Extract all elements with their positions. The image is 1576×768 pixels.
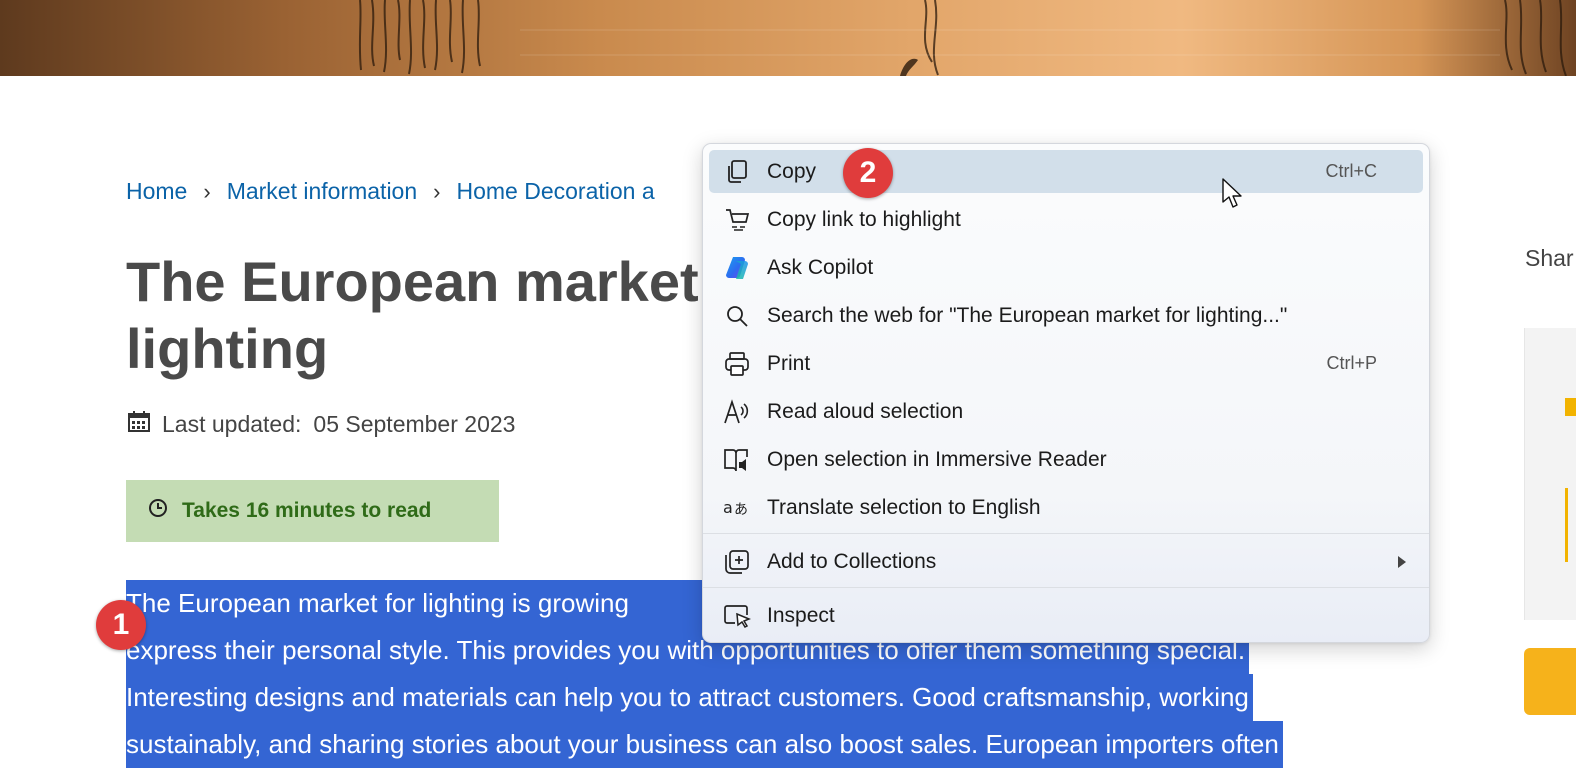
read-aloud-icon <box>721 398 753 426</box>
menu-item-label: Open selection in Immersive Reader <box>767 447 1107 471</box>
translate-icon: aあ <box>721 494 753 522</box>
menu-item-label: Read aloud selection <box>767 399 964 423</box>
menu-item-copy[interactable]: Copy Ctrl+C <box>709 150 1423 193</box>
immersive-reader-icon <box>721 446 753 474</box>
copy-icon <box>721 158 753 186</box>
read-time-banner: Takes 16 minutes to read <box>126 480 499 542</box>
sidebar-cta-button[interactable] <box>1524 648 1576 715</box>
page-title-line-2: lighting <box>126 317 329 380</box>
link-highlight-icon <box>721 206 753 234</box>
mouse-cursor-icon <box>1222 178 1244 215</box>
svg-text:あ: あ <box>734 502 748 518</box>
sidebar-accent <box>1565 398 1576 416</box>
read-time-text: Takes 16 minutes to read <box>182 499 432 522</box>
breadcrumb-separator: › <box>203 178 211 204</box>
menu-item-inspect[interactable]: Inspect <box>709 594 1423 637</box>
sidebar-accent <box>1565 488 1576 562</box>
share-label: Shar <box>1525 245 1574 271</box>
hanging-plants-graphic <box>358 0 1567 76</box>
menu-item-print[interactable]: Print Ctrl+P <box>709 342 1423 385</box>
hero-image <box>0 0 1576 76</box>
menu-item-shortcut: Ctrl+C <box>1325 161 1377 181</box>
menu-item-label: Add to Collections <box>767 549 937 573</box>
search-icon <box>721 302 753 330</box>
step-badge-1: 1 <box>96 600 146 650</box>
menu-item-label: Inspect <box>767 603 835 627</box>
inspect-icon <box>721 602 753 630</box>
page-title-line-1: The European market p <box>126 250 726 313</box>
menu-item-ask-copilot[interactable]: Ask Copilot <box>709 246 1423 289</box>
menu-item-shortcut: Ctrl+P <box>1326 353 1377 373</box>
page-title: The European market p lighting <box>126 248 726 382</box>
breadcrumb-market-information[interactable]: Market information <box>227 178 417 205</box>
menu-item-label: Translate selection to English <box>767 495 1041 519</box>
calendar-icon <box>128 410 150 438</box>
menu-item-read-aloud[interactable]: Read aloud selection <box>709 390 1423 433</box>
clock-icon <box>148 498 168 524</box>
last-updated: Last updated: 05 September 2023 <box>128 410 515 438</box>
menu-item-add-to-collections[interactable]: Add to Collections <box>709 540 1423 583</box>
context-menu: Copy Ctrl+C Copy link to highlight Ask C… <box>702 143 1430 643</box>
step-badge-2: 2 <box>843 148 893 198</box>
last-updated-date: 05 September 2023 <box>313 410 516 437</box>
print-icon <box>721 350 753 378</box>
menu-divider <box>703 533 1429 534</box>
menu-item-translate[interactable]: aあ Translate selection to English <box>709 486 1423 529</box>
menu-item-label: Search the web for "The European market … <box>767 303 1288 327</box>
menu-item-immersive-reader[interactable]: Open selection in Immersive Reader <box>709 438 1423 481</box>
menu-item-label: Copy link to highlight <box>767 207 961 231</box>
svg-text:a: a <box>723 498 733 517</box>
menu-item-label: Ask Copilot <box>767 255 874 279</box>
menu-item-label: Copy <box>767 159 817 183</box>
breadcrumb: Home › Market information › Home Decorat… <box>126 178 655 205</box>
breadcrumb-home-decoration[interactable]: Home Decoration a <box>456 178 654 205</box>
menu-item-label: Print <box>767 351 811 375</box>
selected-text-line: Interesting designs and materials can he… <box>126 674 1253 721</box>
collections-icon <box>721 548 753 576</box>
menu-divider <box>703 587 1429 588</box>
last-updated-label: Last updated: <box>162 410 302 437</box>
breadcrumb-separator: › <box>433 178 441 204</box>
sidebar-card <box>1524 328 1576 620</box>
selected-text-line: sustainably, and sharing stories about y… <box>126 721 1283 768</box>
copilot-icon <box>721 254 753 282</box>
breadcrumb-home[interactable]: Home <box>126 178 187 205</box>
submenu-arrow-icon <box>1397 550 1407 574</box>
menu-item-copy-link-to-highlight[interactable]: Copy link to highlight <box>709 198 1423 241</box>
menu-item-search-web[interactable]: Search the web for "The European market … <box>709 294 1423 337</box>
